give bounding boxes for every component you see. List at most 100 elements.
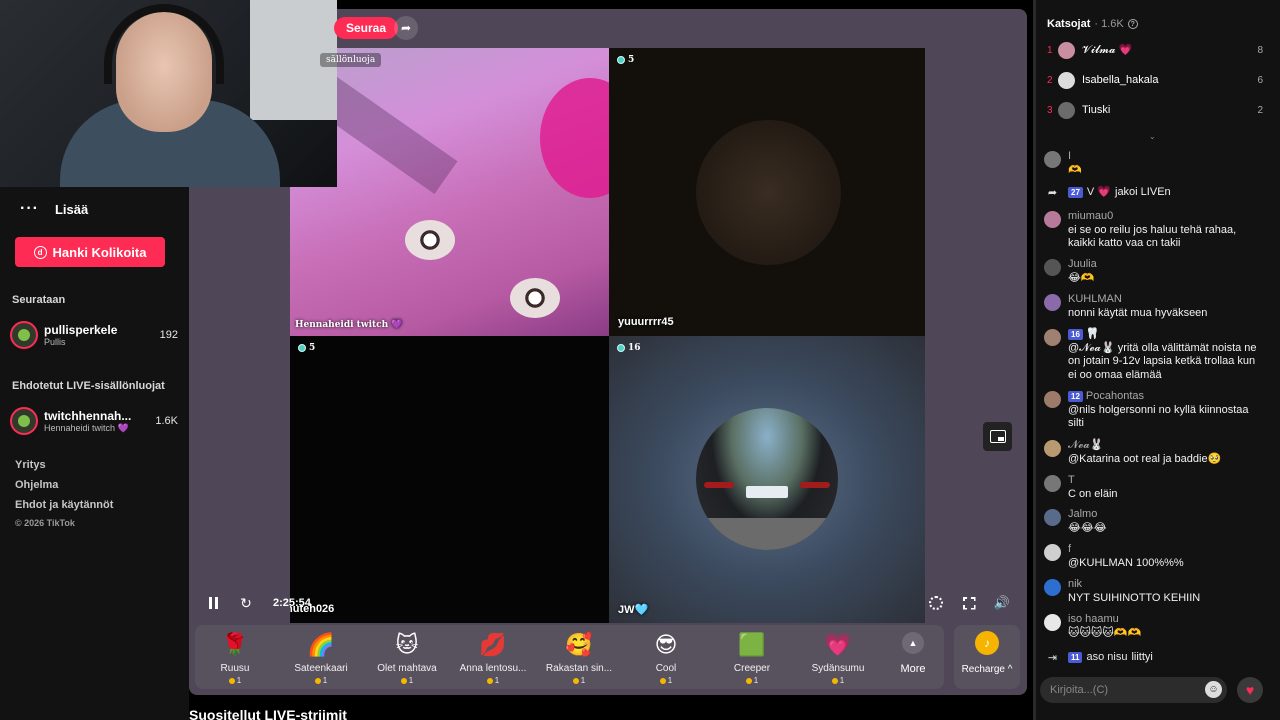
chat-username: 𝓝𝓮𝓪🐰: [1068, 439, 1104, 451]
chat-text: ei se oo reilu jos haluu tehä rahaa, kai…: [1068, 223, 1237, 250]
chat-message[interactable]: f @KUHLMAN 100%%%: [1044, 543, 1266, 570]
chevron-down-icon[interactable]: ⌄: [1149, 132, 1156, 141]
avatar: [1044, 614, 1061, 631]
avatar: [1044, 211, 1061, 228]
help-icon[interactable]: ?: [1127, 19, 1138, 29]
chat-message[interactable]: KUHLMAN nonni käytät mua hyväkseen: [1044, 293, 1266, 320]
emoji-icon[interactable]: ☺: [1205, 681, 1222, 698]
gift-item[interactable]: 😎 Cool 1: [626, 630, 706, 685]
more-dots-icon: ···: [20, 200, 39, 217]
gift-name: Sydänsumu: [811, 663, 865, 674]
settings-button[interactable]: [926, 593, 946, 613]
more-menu[interactable]: ··· Lisää: [20, 200, 88, 218]
chat-message[interactable]: TC on eläin: [1044, 474, 1266, 501]
chat-message[interactable]: nik NYT SUIHINOTTO KEHIIN: [1044, 578, 1266, 605]
get-coins-label: Hanki Kolikoita: [52, 244, 147, 260]
top-viewer-row[interactable]: 2 Isabella_hakala 6: [1047, 70, 1263, 90]
copyright: © 2026 TikTok: [15, 518, 75, 528]
suggested-creator-item[interactable]: twitchhennah... Hennaheidi twitch 💜 1.6K: [10, 404, 178, 438]
chat-username: T: [1068, 474, 1075, 486]
suggested-streams-title: Suositellut LIVE-striimit: [189, 707, 347, 720]
gift-item[interactable]: 🌈 Sateenkaari 1: [281, 630, 361, 685]
stream-time: 2:25:54: [273, 597, 311, 609]
avatar: [1044, 544, 1061, 561]
host-label: sällönluoja: [320, 53, 382, 67]
viewer-rank: 2: [1047, 74, 1053, 86]
chat-message[interactable]: 16 🦷 @𝓝𝓮𝓪🐰 yritä olla välittämät noista ne…: [1044, 328, 1266, 382]
chat-username: miumau0: [1068, 210, 1114, 222]
recharge-button[interactable]: ♪ Recharge ^: [954, 625, 1020, 689]
gift-price: 1: [798, 676, 878, 685]
following-count: 192: [159, 329, 178, 341]
gear-icon: [929, 596, 943, 610]
gift-item[interactable]: 🟩 Creeper 1: [712, 630, 792, 685]
cat-ear: [510, 278, 560, 318]
volume-icon[interactable]: 🔊: [992, 593, 1012, 613]
chat-text: liittyi: [1131, 651, 1153, 663]
coin-icon: [228, 677, 235, 684]
chat-username: Juulia: [1068, 258, 1097, 270]
fullscreen-button[interactable]: [959, 593, 979, 613]
guest-tile-3[interactable]: 5 nuteh026: [290, 336, 609, 623]
follow-button[interactable]: Seuraa: [334, 17, 399, 39]
chat-message[interactable]: 12 Pocahontas @nils holgersonni no kyllä k…: [1044, 390, 1266, 431]
footer-link-terms[interactable]: Ehdot ja käytännöt: [15, 499, 113, 511]
avatar: [1044, 579, 1061, 596]
system-message[interactable]: ⇥ 11 aso nisu liittyi: [1044, 651, 1266, 665]
share-icon[interactable]: ➦: [394, 16, 418, 40]
chat-message[interactable]: Juulia 😂🫶: [1044, 258, 1266, 285]
webcam-overlay: [0, 0, 337, 187]
top-viewer-row[interactable]: 1 𝓥𝓲𝓵𝓶𝓪 💗 8: [1047, 40, 1263, 60]
avatar: [1058, 41, 1075, 59]
picture-in-picture-icon[interactable]: [983, 422, 1012, 451]
gift-item[interactable]: 💋 Anna lentosu... 1: [453, 630, 533, 685]
gift-item[interactable]: 🌹 Ruusu 1: [195, 630, 275, 685]
avatar: [1044, 440, 1061, 457]
more-gifts-button[interactable]: ▲ More: [883, 632, 943, 675]
chat-text: NYT SUIHINOTTO KEHIIN: [1068, 591, 1201, 604]
footer-link-program[interactable]: Ohjelma: [15, 479, 58, 491]
chat-text: 🫶: [1068, 163, 1082, 176]
coin-icon: [745, 677, 752, 684]
chat-input[interactable]: Kirjoita...(C): [1040, 677, 1227, 703]
suggested-creator-sub: Hennaheidi twitch 💜: [44, 422, 129, 433]
system-message[interactable]: ➦ 27 V 💗 jakoi LIVEn: [1044, 186, 1266, 200]
guest-tile-1[interactable]: Hennaheidi twitch 💜: [290, 48, 609, 336]
chat-username: aso nisu: [1086, 651, 1128, 663]
chat-text: @KUHLMAN 100%%%: [1068, 556, 1184, 569]
chat-message[interactable]: iso haamu 🐱🐱🐱🐱🫶🫶: [1044, 613, 1266, 640]
get-coins-button[interactable]: d Hanki Kolikoita: [15, 237, 165, 267]
following-item[interactable]: pullisperkele Pullis 192: [10, 318, 178, 352]
gift-price: 1: [539, 676, 619, 685]
more-label: Lisää: [54, 201, 89, 217]
heart-icon[interactable]: ♥: [1237, 677, 1263, 703]
chat-username: nik: [1068, 578, 1083, 590]
gift-name: Anna lentosu...: [459, 663, 527, 674]
gift-price: 1: [281, 676, 361, 685]
gift-item[interactable]: 🥰 Rakastan sin... 1: [539, 630, 619, 685]
footer-link-company[interactable]: Yritys: [15, 459, 46, 471]
gift-icon: 🌹: [221, 632, 249, 657]
chat-message[interactable]: I 🫶: [1044, 150, 1266, 177]
refresh-icon[interactable]: ↻: [236, 593, 256, 613]
viewer-rank: 3: [1047, 104, 1053, 116]
share-icon: ➦: [1047, 187, 1058, 200]
suggested-creators-title: Ehdotetut LIVE-sisällönluojat: [12, 380, 165, 392]
coin-icon: [400, 677, 407, 684]
gem-icon: [617, 344, 625, 352]
avatar: [10, 407, 38, 435]
viewers-header: Katsojat · 1.6K ?: [1047, 18, 1138, 30]
recharge-label: Recharge ^: [961, 664, 1013, 675]
guest-tile-4[interactable]: 16 JW🩵: [609, 336, 925, 623]
chat-message[interactable]: miumau0 ei se oo reilu jos haluu tehä rah…: [1044, 210, 1266, 251]
gift-item[interactable]: 🐱 Olet mahtava 1: [367, 630, 447, 685]
following-title: Seurataan: [12, 294, 66, 306]
chat-message[interactable]: Jalmo 😂😂😂: [1044, 508, 1266, 535]
coin-icon: d: [33, 245, 47, 259]
pause-button[interactable]: [203, 593, 223, 613]
guest-tile-2[interactable]: 5 yuuurrrr45: [609, 48, 925, 336]
top-viewer-row[interactable]: 3 Tiuski 2: [1047, 100, 1263, 120]
coin-icon: [659, 677, 666, 684]
chat-message[interactable]: 𝓝𝓮𝓪🐰 @Katarina oot real ja baddie🥺: [1044, 439, 1266, 466]
gift-item[interactable]: 💗 Sydänsumu 1: [798, 630, 878, 685]
